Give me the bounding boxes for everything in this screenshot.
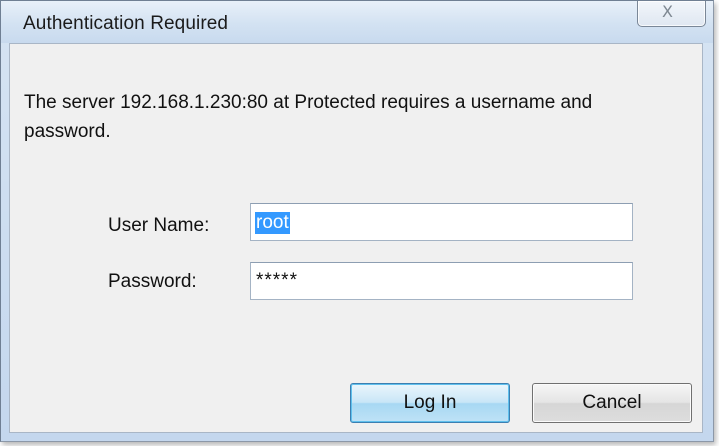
auth-message: The server 192.168.1.230:80 at Protected… <box>24 92 593 142</box>
password-field[interactable]: ***** <box>250 262 633 300</box>
username-field[interactable]: root <box>250 203 633 241</box>
close-button[interactable]: X <box>637 1 706 27</box>
username-value: root <box>255 212 290 234</box>
title-bar[interactable]: Authentication Required X <box>1 1 713 43</box>
password-value: ***** <box>256 270 298 291</box>
dialog-body: The server 192.168.1.230:80 at Protected… <box>9 43 703 433</box>
log-in-button[interactable]: Log In <box>350 383 510 423</box>
password-label: Password: <box>108 271 197 292</box>
dialog-title: Authentication Required <box>23 13 229 34</box>
authentication-dialog: Authentication Required X The server 192… <box>0 0 714 442</box>
username-label: User Name: <box>108 215 210 236</box>
close-icon: X <box>662 2 673 21</box>
cancel-button[interactable]: Cancel <box>532 383 692 423</box>
